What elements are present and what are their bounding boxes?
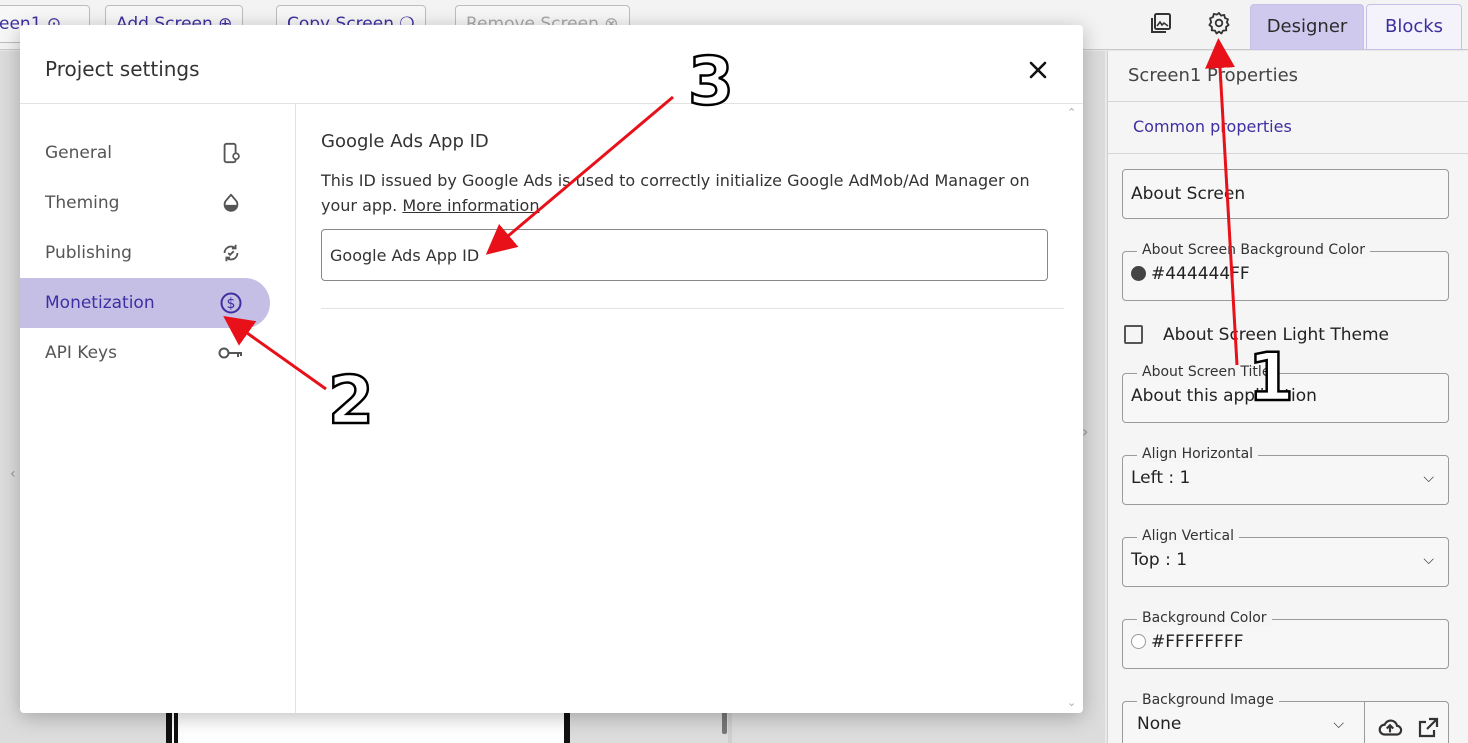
section-description: This ID issued by Google Ads is used to … — [321, 168, 1061, 218]
section-title: Google Ads App ID — [321, 131, 489, 152]
background-color-text: #FFFFFFFF — [1151, 632, 1244, 652]
about-bg-color-value: #444444FF — [1131, 264, 1250, 284]
properties-title: Screen1 Properties — [1128, 65, 1299, 86]
svg-text:$: $ — [227, 296, 236, 312]
dialog-title: Project settings — [45, 57, 200, 81]
gear-icon[interactable] — [1204, 8, 1234, 38]
scroll-up-icon[interactable]: ⌃ — [1067, 106, 1076, 119]
blocks-button[interactable]: Blocks — [1366, 4, 1462, 50]
background-color-value: #FFFFFFFF — [1131, 632, 1243, 652]
google-ads-app-id-input[interactable] — [321, 229, 1048, 281]
nav-item-publishing[interactable]: Publishing — [20, 228, 270, 278]
close-icon — [1029, 61, 1047, 79]
nav-item-general[interactable]: General — [20, 128, 270, 178]
align-horizontal-select[interactable]: Align Horizontal Left : 1 ⌵ — [1122, 446, 1449, 505]
key-icon — [218, 340, 244, 366]
about-bg-color-field[interactable]: About Screen Background Color #444444FF — [1122, 242, 1449, 301]
nav-item-theming[interactable]: Theming — [20, 178, 270, 228]
about-light-theme-row[interactable]: About Screen Light Theme — [1124, 325, 1389, 345]
nav-item-label: Publishing — [45, 243, 132, 263]
nav-item-api-keys[interactable]: API Keys — [20, 328, 270, 378]
divider — [1364, 702, 1365, 743]
divider — [321, 308, 1064, 309]
about-screen-textarea[interactable]: About Screen — [1122, 169, 1449, 219]
tab-common-properties[interactable]: Common properties — [1133, 117, 1292, 136]
more-information-link[interactable]: More information — [402, 196, 539, 215]
nav-item-label: API Keys — [45, 343, 117, 363]
about-bg-color-text: #444444FF — [1151, 264, 1250, 284]
open-external-icon[interactable] — [1414, 714, 1442, 742]
about-bg-color-label: About Screen Background Color — [1137, 242, 1370, 258]
chevron-down-icon: ⌵ — [1423, 552, 1434, 568]
scroll-down-icon[interactable]: ⌄ — [1067, 696, 1076, 709]
about-title-value: About this application — [1131, 386, 1317, 406]
about-light-theme-checkbox[interactable] — [1124, 325, 1143, 344]
project-settings-dialog: Project settings General Theming Publish… — [20, 25, 1083, 713]
align-horizontal-label: Align Horizontal — [1137, 446, 1259, 462]
background-image-field[interactable]: Background Image None ⌵ — [1122, 692, 1449, 743]
about-light-theme-label: About Screen Light Theme — [1163, 325, 1389, 345]
settings-content: ⌃ Google Ads App ID This ID issued by Go… — [296, 104, 1083, 713]
water-drop-icon — [218, 190, 244, 216]
nav-item-monetization[interactable]: Monetization $ — [20, 278, 270, 328]
background-image-label: Background Image — [1137, 692, 1279, 708]
background-image-value: None — [1137, 714, 1182, 734]
about-title-label: About Screen Title — [1137, 364, 1276, 380]
align-vertical-value: Top : 1 — [1131, 550, 1188, 570]
nav-item-label: Theming — [45, 193, 120, 213]
chevron-down-icon: ⌵ — [1423, 470, 1434, 486]
color-swatch — [1131, 266, 1146, 281]
about-title-field[interactable]: About Screen Title About this applicatio… — [1122, 364, 1449, 423]
gallery-icon[interactable] — [1146, 8, 1176, 38]
close-button[interactable] — [1023, 55, 1053, 85]
color-swatch — [1131, 634, 1146, 649]
designer-button[interactable]: Designer — [1250, 4, 1364, 50]
publish-sync-icon — [218, 240, 244, 266]
divider — [1108, 101, 1468, 102]
background-color-label: Background Color — [1137, 610, 1272, 626]
chevron-down-icon[interactable]: ⌵ — [1333, 716, 1344, 732]
nav-item-label: General — [45, 143, 112, 163]
cloud-upload-icon[interactable] — [1376, 714, 1404, 742]
divider — [1108, 153, 1468, 154]
background-color-field[interactable]: Background Color #FFFFFFFF — [1122, 610, 1449, 669]
viewer-scrollbar[interactable] — [722, 710, 727, 734]
phone-settings-icon — [218, 140, 244, 166]
properties-panel: Screen1 Properties Common properties Abo… — [1107, 51, 1468, 743]
collapse-left-icon[interactable]: ‹ — [10, 466, 16, 482]
align-horizontal-value: Left : 1 — [1131, 468, 1191, 488]
align-vertical-select[interactable]: Align Vertical Top : 1 ⌵ — [1122, 528, 1449, 587]
about-screen-value: About Screen — [1131, 184, 1246, 204]
align-vertical-label: Align Vertical — [1137, 528, 1239, 544]
nav-item-label: Monetization — [45, 293, 155, 313]
dollar-circle-icon: $ — [218, 290, 244, 316]
